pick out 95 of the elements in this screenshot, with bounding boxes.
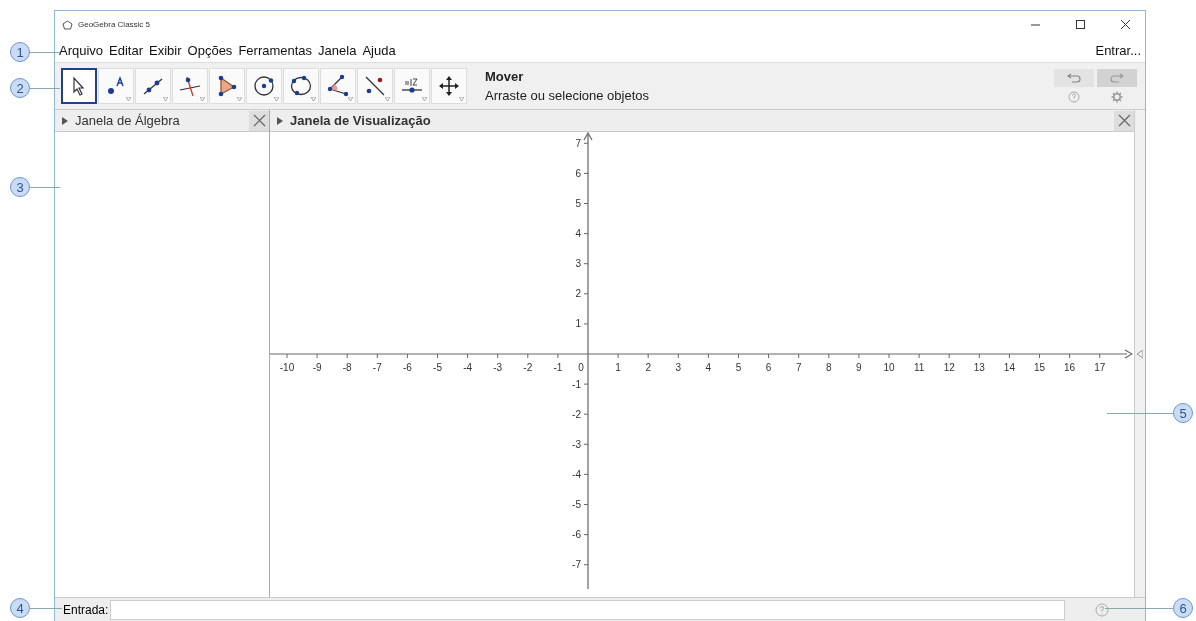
axis-label: 16 (1064, 362, 1076, 373)
callout-number: 2 (10, 78, 30, 98)
axis-label: 5 (735, 362, 742, 373)
axis-label: 15 (1033, 362, 1046, 373)
ellipse-icon (289, 74, 313, 98)
axis-label: -9 (312, 362, 322, 373)
callout-number: 5 (1173, 403, 1193, 423)
axis-label: 7 (795, 362, 802, 373)
dropdown-icon (200, 97, 205, 101)
dropdown-icon (274, 97, 279, 101)
axis-label: -5 (433, 362, 442, 373)
leader-line (30, 187, 60, 188)
menu-item[interactable]: Ajuda (362, 42, 396, 58)
axis-label: 8 (826, 362, 832, 373)
axis-label: -2 (572, 408, 581, 420)
axis-label: -2 (523, 362, 533, 373)
menu-item[interactable]: Exibir (149, 42, 182, 58)
leader-line (30, 608, 62, 609)
axis-label: 0 (578, 362, 584, 373)
app-logo-icon (62, 19, 73, 30)
axis-label: 4 (705, 362, 712, 373)
axis-label: 14 (1003, 362, 1015, 373)
callout-number: 1 (10, 42, 30, 62)
axis-label: 2 (645, 362, 651, 373)
leader-line (1105, 608, 1173, 609)
axis-label: 7 (575, 137, 581, 149)
perpendicular-lines-icon (178, 74, 202, 98)
axis-label: -3 (493, 362, 503, 373)
callout-number: 6 (1173, 598, 1193, 618)
leader-line (1107, 413, 1173, 414)
axis-label: 4 (575, 228, 581, 240)
redo-icon (1110, 73, 1124, 83)
axis-label: 1 (615, 362, 621, 373)
expand-icon[interactable] (62, 116, 68, 125)
axis-label: 2 (575, 288, 581, 300)
maximize-icon[interactable] (1074, 19, 1086, 30)
angle-icon (326, 74, 350, 98)
axis-label: -3 (572, 438, 581, 450)
sign-in-link[interactable]: Entrar... (1095, 42, 1141, 58)
axis-label: 11 (913, 362, 925, 373)
close-button[interactable] (1114, 110, 1134, 131)
window-title: GeoGebra Classic 5 (78, 20, 151, 29)
dropdown-icon (126, 97, 131, 101)
tool-button[interactable] (61, 68, 97, 104)
axis-label: 13 (973, 362, 985, 373)
leader-line (30, 88, 60, 89)
dropdown-icon (311, 97, 316, 101)
menu-item[interactable]: Ferramentas (238, 42, 313, 58)
axis-label: -6 (402, 362, 412, 373)
close-icon[interactable] (1119, 19, 1131, 30)
axis-label: 6 (765, 362, 772, 373)
axis-label: 10 (883, 362, 895, 373)
dropdown-icon (385, 97, 390, 101)
axis-label: -7 (372, 362, 382, 373)
menu-item[interactable]: Editar (109, 42, 144, 58)
axis-label: -5 (572, 499, 581, 510)
axis-label: 9 (856, 362, 862, 373)
leader-line (30, 52, 60, 53)
four-arrows-icon (437, 74, 461, 98)
axis-label: -6 (572, 529, 581, 541)
panel-title: Janela de Visualização (290, 113, 432, 128)
axis-label: 5 (575, 198, 581, 209)
tool-hint: Arraste ou selecione objetos (485, 88, 651, 103)
axis-label: -1 (553, 362, 563, 373)
axis-label: 17 (1094, 362, 1106, 373)
tool-name: Mover (485, 69, 525, 84)
line-and-points-icon (363, 74, 387, 98)
panel-title: Janela de Álgebra (75, 113, 181, 128)
menu-item[interactable]: Arquivo (59, 42, 104, 58)
undo-icon (1067, 73, 1081, 83)
axis-label: 12 (943, 362, 955, 373)
axis-label: -8 (342, 362, 352, 373)
input-label: Entrada: (63, 602, 109, 617)
dropdown-icon (422, 97, 427, 101)
axis-label: -4 (572, 468, 581, 480)
callout-number: 4 (10, 598, 30, 618)
dropdown-icon (163, 97, 168, 101)
axis-label: -4 (463, 362, 473, 373)
axis-label: 6 (575, 167, 581, 179)
callout-number: 3 (10, 177, 30, 197)
circle-icon (252, 74, 276, 98)
axis-label: 1 (575, 318, 581, 330)
axis-label: -10 (279, 362, 295, 373)
axis-label: -1 (572, 378, 581, 390)
dropdown-icon (459, 97, 464, 101)
input-field[interactable] (110, 599, 1066, 620)
menu-item[interactable]: Opções (187, 42, 233, 58)
axis-label: 3 (675, 362, 682, 373)
dropdown-icon (348, 97, 353, 101)
close-button[interactable] (249, 110, 269, 131)
expand-icon[interactable] (277, 116, 283, 125)
axis-label: -7 (572, 559, 581, 571)
dropdown-icon (237, 97, 242, 101)
menu-item[interactable]: Janela (318, 42, 357, 58)
axis-label: 3 (575, 258, 581, 270)
